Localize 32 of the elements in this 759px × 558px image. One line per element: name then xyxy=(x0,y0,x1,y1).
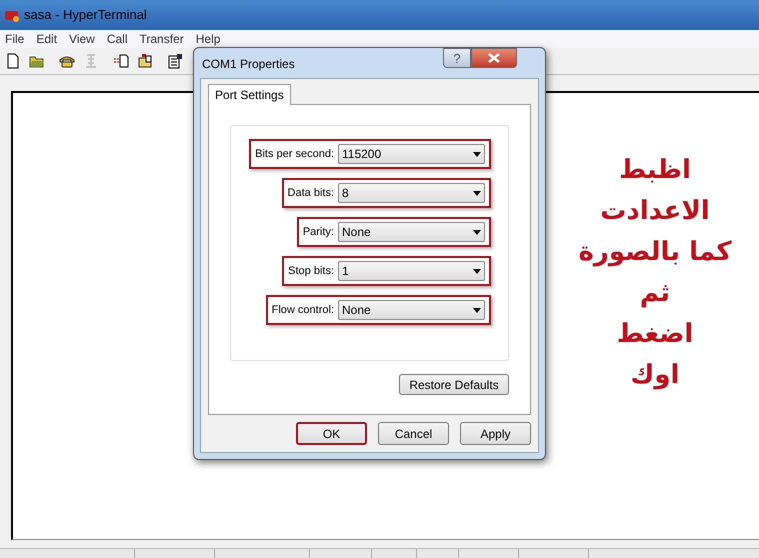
help-button[interactable]: ? xyxy=(443,48,471,68)
dialog-title: COM1 Properties xyxy=(202,56,295,73)
menu-item[interactable]: Edit xyxy=(36,30,58,48)
instruction-text: اظبط الاعدادت كما بالصورة ثم اضغط اوك xyxy=(578,154,732,392)
caret-icon xyxy=(473,308,481,312)
field-label: Flow control: xyxy=(272,302,334,318)
dropdown[interactable]: None xyxy=(338,300,485,320)
caret-icon xyxy=(473,230,481,234)
field-label: Stop bits: xyxy=(288,264,334,279)
caret-icon xyxy=(473,268,481,274)
field-label: Bits per second: xyxy=(255,146,334,162)
dropdown[interactable]: 8 xyxy=(338,183,485,203)
menu-item[interactable]: Help xyxy=(196,30,220,48)
window-title: sasa - HyperTerminal xyxy=(24,6,147,24)
caret-icon xyxy=(473,190,481,196)
dialog-button[interactable]: Cancel xyxy=(378,422,449,445)
dropdown[interactable]: 115200 xyxy=(338,144,485,164)
close-icon xyxy=(488,53,500,63)
menu-item[interactable]: File xyxy=(5,30,24,48)
dialog-button[interactable]: OK xyxy=(296,422,367,445)
tab[interactable]: Port Settings xyxy=(208,84,291,105)
caret-icon xyxy=(473,152,481,156)
dropdown[interactable]: None xyxy=(338,222,485,242)
menu-item[interactable]: Call xyxy=(106,30,128,48)
menu-item[interactable]: View xyxy=(69,30,95,48)
restore-defaults-button[interactable]: Restore Defaults xyxy=(399,374,509,395)
close-button[interactable] xyxy=(471,48,517,68)
field-label: Data bits: xyxy=(288,186,334,201)
field-label: Parity: xyxy=(302,224,334,240)
dialog-button[interactable]: Apply xyxy=(460,422,531,445)
dropdown[interactable]: 1 xyxy=(338,261,485,281)
menu-item[interactable]: Transfer xyxy=(140,30,184,48)
